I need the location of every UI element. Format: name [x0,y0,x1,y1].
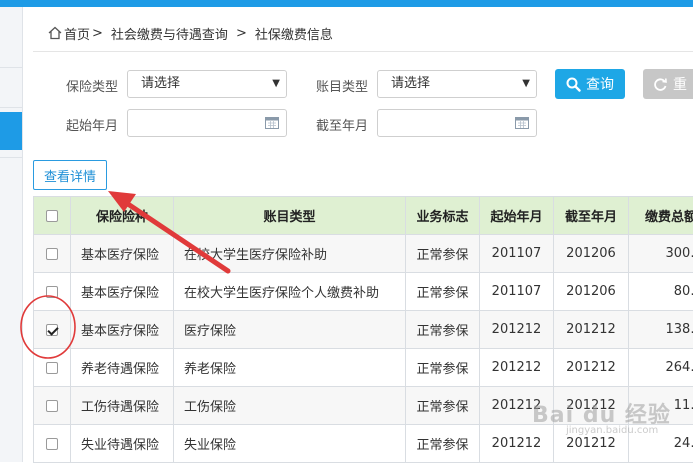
calendar-icon[interactable] [265,117,279,129]
top-accent-bar [0,0,693,7]
account-type-value: 请选择 [391,76,430,91]
row-select-cell [34,425,71,463]
start-cell: 201107 [480,273,554,311]
column-header[interactable]: 保险险种 [71,197,174,235]
breadcrumb-separator: > [236,26,247,41]
row-select-cell [34,235,71,273]
left-sidebar-strip [0,7,23,462]
flag-cell: 正常参保 [406,387,480,425]
breadcrumb: 首页 > 社会缴费与待遇查询 > 社保缴费信息 [48,23,333,43]
query-button[interactable]: 查询 [555,69,625,99]
insurance-cell: 养老待遇保险 [71,349,174,387]
insurance-type-label: 保险类型 [66,76,118,95]
row-select-cell [34,349,71,387]
main-content: 首页 > 社会缴费与待遇查询 > 社保缴费信息 保险类型 请选择 ▼ 账目类型 … [23,7,693,462]
end-cell: 201212 [554,349,629,387]
row-checkbox[interactable] [46,248,58,260]
table-row[interactable]: 基本医疗保险 在校大学生医疗保险个人缴费补助 正常参保 201107 20120… [34,273,693,311]
account-type-select[interactable]: 请选择 ▼ [377,70,537,98]
flag-cell: 正常参保 [406,349,480,387]
breadcrumb-divider [33,51,693,52]
table-header-row: 保险险种 账目类型 业务标志 起始年月 截至年月 缴费总额 [34,197,693,235]
insurance-cell: 失业待遇保险 [71,425,174,463]
row-checkbox[interactable] [46,438,58,450]
refresh-icon [653,77,668,92]
row-select-cell [34,311,71,349]
table-row[interactable]: 养老待遇保险 养老保险 正常参保 201212 201212 264.00 [34,349,693,387]
select-all-checkbox[interactable] [46,210,58,222]
column-header[interactable]: 截至年月 [554,197,629,235]
column-header[interactable]: 起始年月 [480,197,554,235]
home-icon[interactable] [48,26,62,40]
dropdown-arrow-icon: ▼ [522,71,530,97]
account-cell: 养老保险 [174,349,406,387]
insurance-cell: 基本医疗保险 [71,235,174,273]
breadcrumb-separator: > [92,26,103,41]
flag-cell: 正常参保 [406,273,480,311]
insurance-cell: 基本医疗保险 [71,273,174,311]
column-header[interactable]: 账目类型 [174,197,406,235]
row-select-cell [34,387,71,425]
flag-cell: 正常参保 [406,311,480,349]
calendar-icon[interactable] [515,117,529,129]
total-cell: 80.00 [629,273,693,311]
watermark-subtext: jingyan.baidu.com [566,425,671,436]
reset-button-label: 重 [673,74,687,94]
dropdown-arrow-icon: ▼ [272,71,280,97]
account-cell: 在校大学生医疗保险个人缴费补助 [174,273,406,311]
end-cell: 201206 [554,273,629,311]
account-cell: 医疗保险 [174,311,406,349]
baidu-watermark: Bai du 经验 jingyan.baidu.com [532,397,671,436]
sidebar-divider [0,67,22,68]
query-button-label: 查询 [586,74,614,94]
column-header[interactable]: 缴费总额 [629,197,693,235]
view-detail-button[interactable]: 查看详情 [33,160,107,190]
sidebar-divider [0,107,22,108]
row-checkbox[interactable] [46,362,58,374]
row-select-cell [34,273,71,311]
account-cell: 失业保险 [174,425,406,463]
table-row[interactable]: 基本医疗保险 在校大学生医疗保险补助 正常参保 201107 201206 30… [34,235,693,273]
insurance-type-select[interactable]: 请选择 ▼ [127,70,287,98]
search-icon [566,77,581,92]
column-header[interactable]: 业务标志 [406,197,480,235]
start-month-label: 起始年月 [66,115,118,134]
breadcrumb-social-query[interactable]: 社会缴费与待遇查询 [111,24,228,43]
table-row[interactable]: 基本医疗保险 医疗保险 正常参保 201212 201212 138.31 [34,311,693,349]
end-month-input[interactable] [377,109,537,137]
start-cell: 201212 [480,311,554,349]
insurance-type-value: 请选择 [141,76,180,91]
start-cell: 201212 [480,349,554,387]
account-type-label: 账目类型 [316,76,368,95]
end-month-label: 截至年月 [316,115,368,134]
breadcrumb-home[interactable]: 首页 [64,24,90,43]
start-cell: 201107 [480,235,554,273]
row-checkbox[interactable] [46,286,58,298]
end-cell: 201212 [554,311,629,349]
insurance-cell: 工伤待遇保险 [71,387,174,425]
flag-cell: 正常参保 [406,425,480,463]
total-cell: 264.00 [629,349,693,387]
account-cell: 工伤保险 [174,387,406,425]
total-cell: 300.00 [629,235,693,273]
start-month-input[interactable] [127,109,287,137]
total-cell: 138.31 [629,311,693,349]
end-cell: 201206 [554,235,629,273]
flag-cell: 正常参保 [406,235,480,273]
account-cell: 在校大学生医疗保险补助 [174,235,406,273]
insurance-cell: 基本医疗保险 [71,311,174,349]
select-all-cell [34,197,71,235]
reset-button[interactable]: 重 [643,69,693,99]
sidebar-active-item[interactable] [0,112,22,150]
row-checkbox[interactable] [46,400,58,412]
row-checkbox[interactable] [46,324,58,336]
breadcrumb-current: 社保缴费信息 [255,24,333,43]
sidebar-divider [0,157,22,158]
